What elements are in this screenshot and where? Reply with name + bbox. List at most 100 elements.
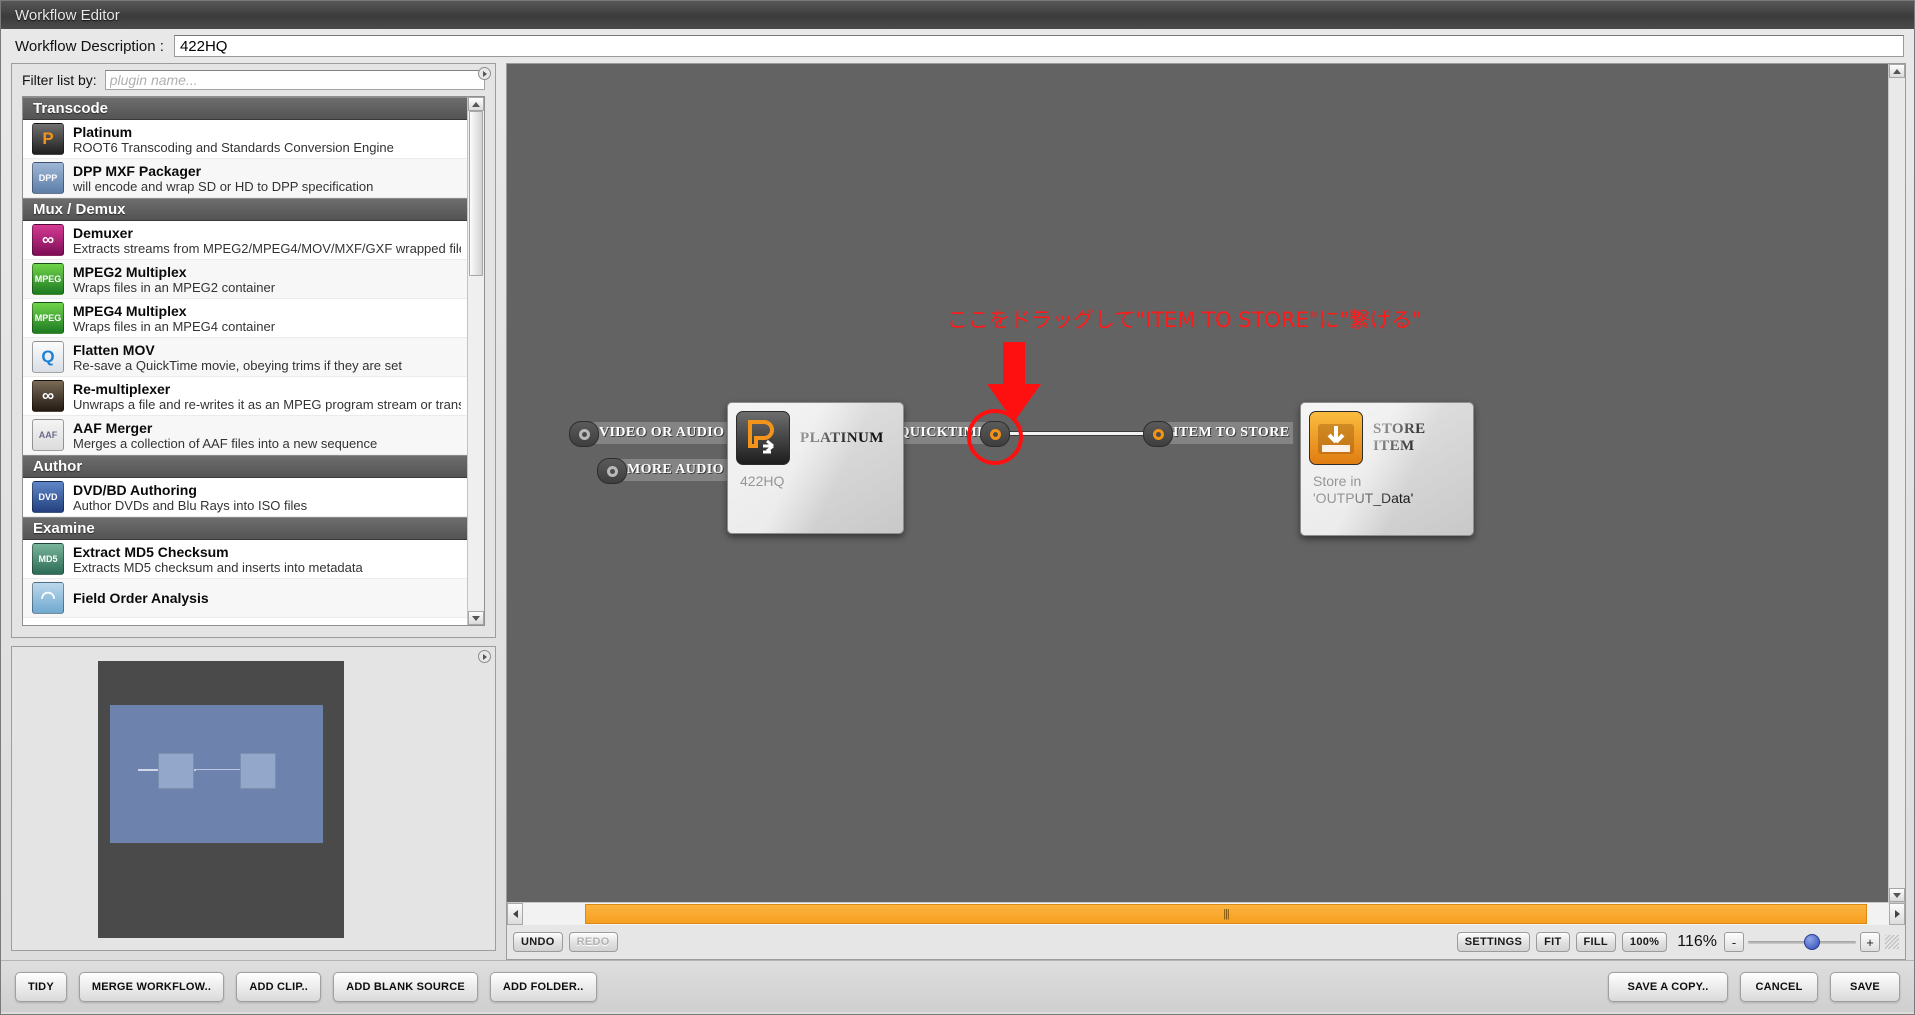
port-dot-icon xyxy=(606,465,618,477)
canvas-toolbar: UNDO REDO SETTINGS FIT FILL 100% 116% - … xyxy=(507,925,1905,959)
settings-button[interactable]: SETTINGS xyxy=(1456,932,1531,952)
dpp-icon: DPP xyxy=(32,162,64,194)
zoom-slider-handle[interactable] xyxy=(1804,934,1820,950)
platinum-icon: P xyxy=(32,123,64,155)
plugin-list-item[interactable]: DPP DPP MXF Packager will encode and wrap … xyxy=(23,159,467,198)
plugin-item-name: MPEG2 Multiplex xyxy=(73,263,187,280)
zoom-slider[interactable] xyxy=(1748,932,1856,952)
plugin-list-item[interactable]: P Platinum ROOT6 Transcoding and Standards… xyxy=(23,120,467,159)
plugin-item-description: will encode and wrap SD or HD to DPP spe… xyxy=(73,178,374,194)
plugin-item-name: Re-multiplexer xyxy=(73,380,171,397)
plugin-list-item[interactable]: ∞ Demuxer Extracts streams from MPEG2/MPEG… xyxy=(23,221,467,260)
port-item-to-store[interactable] xyxy=(1143,421,1173,447)
remux-icon: ∞ xyxy=(32,380,64,412)
mpeg4-icon: MPEG xyxy=(32,302,64,334)
workflow-editor-window: Workflow Editor Workflow Description : 4… xyxy=(0,0,1915,1015)
redo-button[interactable]: REDO xyxy=(568,932,618,952)
plugin-group-header: Transcode xyxy=(23,97,467,120)
plugin-list-item[interactable]: Q Flatten MOV Re-save a QuickTime movie, o… xyxy=(23,338,467,377)
port-dot-icon xyxy=(578,428,590,440)
plugin-item-name: DVD/BD Authoring xyxy=(73,481,197,498)
plugin-list-item[interactable]: AAF AAF Merger Merges a collection of AAF … xyxy=(23,416,467,455)
canvas-scroll-down-icon[interactable] xyxy=(1889,888,1905,902)
port-video-or-audio[interactable] xyxy=(569,421,599,447)
plugin-list-scroll[interactable]: Transcode P Platinum ROOT6 Transcoding and … xyxy=(23,97,467,625)
canvas-hscroll-thumb[interactable]: ||| xyxy=(585,904,1867,924)
canvas-scroll-right-icon[interactable] xyxy=(1889,903,1905,925)
canvas-horizontal-scrollbar[interactable]: ||| xyxy=(507,902,1905,925)
canvas-scrollbar-track[interactable] xyxy=(1889,78,1905,888)
save-a-copy-button[interactable]: SAVE A COPY.. xyxy=(1608,971,1728,1002)
undo-button[interactable]: UNDO xyxy=(513,932,563,952)
port-more-audio[interactable] xyxy=(597,458,627,484)
tidy-button[interactable]: TIDY xyxy=(15,971,67,1002)
preview-collapse-icon[interactable] xyxy=(478,650,491,663)
store-item-icon xyxy=(1309,411,1363,465)
node-store-item[interactable]: STORE ITEM Store in 'OUTPUT_Data' xyxy=(1300,402,1474,536)
canvas-vertical-scrollbar[interactable] xyxy=(1888,64,1905,902)
plugin-list-item[interactable]: ◠ Field Order Analysis xyxy=(23,579,467,618)
canvas-scroll-left-icon[interactable] xyxy=(507,903,523,925)
canvas-scroll-up-icon[interactable] xyxy=(1889,64,1905,78)
mpeg2-icon: MPEG xyxy=(32,263,64,295)
preview-canvas xyxy=(98,661,344,938)
plugin-group-header: Mux / Demux xyxy=(23,198,467,221)
add-blank-source-button[interactable]: ADD BLANK SOURCE xyxy=(333,971,478,1002)
scroll-down-icon[interactable] xyxy=(468,611,484,625)
zoom-100-button[interactable]: 100% xyxy=(1621,932,1668,952)
zoom-slider-track xyxy=(1748,940,1856,944)
zoom-out-button[interactable]: - xyxy=(1724,932,1744,952)
scroll-up-icon[interactable] xyxy=(468,97,484,111)
add-folder-button[interactable]: ADD FOLDER.. xyxy=(489,971,597,1002)
plugin-item-description: Unwraps a file and re-writes it as an MP… xyxy=(73,396,461,412)
fill-button[interactable]: FILL xyxy=(1575,932,1616,952)
scrollbar-thumb[interactable] xyxy=(469,111,483,276)
fit-button[interactable]: FIT xyxy=(1536,932,1570,952)
window-title: Workflow Editor xyxy=(15,6,120,24)
add-clip-button[interactable]: ADD CLIP.. xyxy=(236,971,322,1002)
scrollbar-grip-icon: ||| xyxy=(1223,908,1230,920)
resize-grip-icon[interactable] xyxy=(1885,935,1899,949)
node-store-item-title: STORE ITEM xyxy=(1373,421,1426,454)
canvas-hscroll-track[interactable]: ||| xyxy=(523,903,1889,925)
aaf-icon: AAF xyxy=(32,419,64,451)
port-dot-icon xyxy=(1152,428,1164,440)
plugin-list-item[interactable]: MPEG MPEG2 Multiplex Wraps files in an MPE… xyxy=(23,260,467,299)
workflow-preview-panel xyxy=(11,646,496,951)
main-body: Filter list by: Transcode P PlatinumROOT6 … xyxy=(1,63,1914,960)
plugin-item-name: Demuxer xyxy=(73,224,133,241)
merge-workflow-button[interactable]: MERGE WORKFLOW.. xyxy=(78,971,225,1002)
filter-input[interactable] xyxy=(104,70,485,90)
node-platinum-title: PLATINUM xyxy=(800,429,884,446)
workflow-canvas-panel: ここをドラッグして"ITEM TO STORE"に"繋げる" VIDEO OR … xyxy=(506,63,1906,960)
md5-icon: MD5 xyxy=(32,543,64,575)
plugin-list-scrollbar[interactable] xyxy=(467,97,484,625)
preview-viewport[interactable] xyxy=(110,705,323,843)
cancel-button[interactable]: CANCEL xyxy=(1740,971,1818,1002)
scrollbar-track[interactable] xyxy=(468,111,484,611)
panel-collapse-icon[interactable] xyxy=(478,67,491,80)
zoom-in-button[interactable]: + xyxy=(1860,932,1880,952)
plugin-group-header: Examine xyxy=(23,517,467,540)
plugin-group-header: Author xyxy=(23,455,467,478)
plugin-item-name: DPP MXF Packager xyxy=(73,162,202,179)
node-platinum-subtitle: 422HQ xyxy=(740,473,785,489)
quicktime-icon: Q xyxy=(32,341,64,373)
platinum-icon xyxy=(736,411,790,465)
plugin-list-item[interactable]: ∞ Re-multiplexer Unwraps a file and re-wri… xyxy=(23,377,467,416)
plugin-list-item[interactable]: MPEG MPEG4 Multiplex Wraps files in an MPE… xyxy=(23,299,467,338)
save-button[interactable]: SAVE xyxy=(1830,971,1900,1002)
canvas-row: ここをドラッグして"ITEM TO STORE"に"繋げる" VIDEO OR … xyxy=(507,64,1905,902)
filter-label: Filter list by: xyxy=(22,72,97,88)
left-column: Filter list by: Transcode P PlatinumROOT6 … xyxy=(11,63,496,960)
plugin-list-item[interactable]: DVD DVD/BD Authoring Author DVDs and Blu R… xyxy=(23,478,467,517)
zoom-level-value: 116% xyxy=(1677,933,1717,950)
port-label-item-to-store: ITEM TO STORE xyxy=(1163,422,1293,444)
workflow-canvas[interactable]: ここをドラッグして"ITEM TO STORE"に"繋げる" VIDEO OR … xyxy=(507,64,1888,902)
plugin-item-name: AAF Merger xyxy=(73,419,153,436)
workflow-description-input[interactable]: 422HQ xyxy=(173,35,1904,57)
plugin-list-item[interactable]: MD5 Extract MD5 Checksum Extracts MD5 chec… xyxy=(23,540,467,579)
title-bar: Workflow Editor xyxy=(1,1,1914,29)
node-platinum[interactable]: PLATINUM 422HQ xyxy=(727,402,904,534)
workflow-description-label: Workflow Description : xyxy=(15,37,164,55)
